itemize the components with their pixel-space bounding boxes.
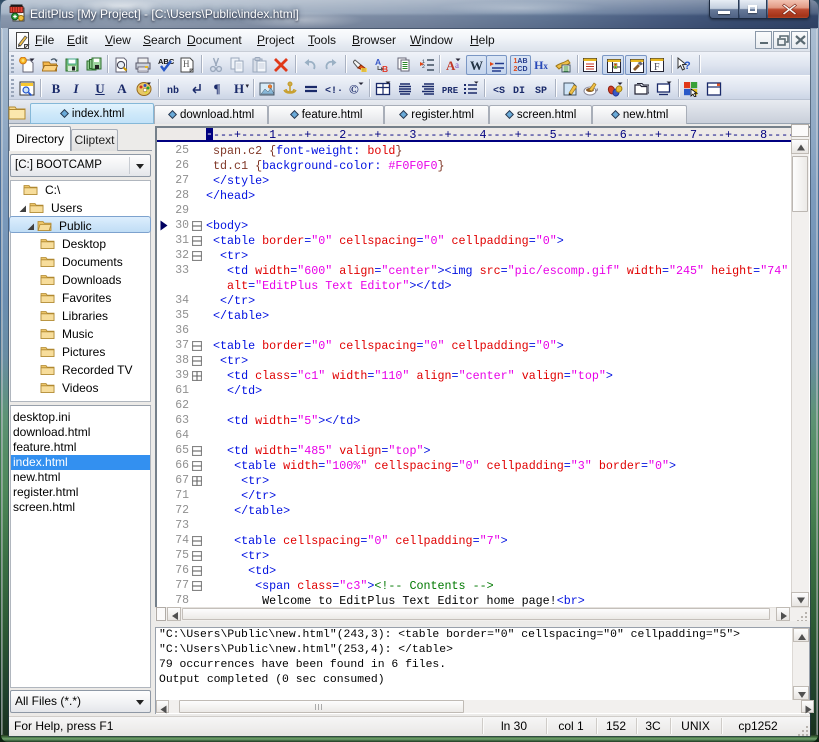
svg-text:2: 2 bbox=[422, 64, 425, 70]
svg-text:©: © bbox=[349, 82, 359, 97]
svg-text:B: B bbox=[382, 64, 388, 73]
svg-text:?: ? bbox=[684, 60, 691, 72]
svg-text:<!·: <!· bbox=[325, 86, 341, 97]
svg-text:F: F bbox=[654, 62, 660, 73]
svg-text:H: H bbox=[183, 59, 190, 69]
svg-text:a: a bbox=[455, 60, 459, 70]
svg-text:A: A bbox=[375, 57, 381, 67]
